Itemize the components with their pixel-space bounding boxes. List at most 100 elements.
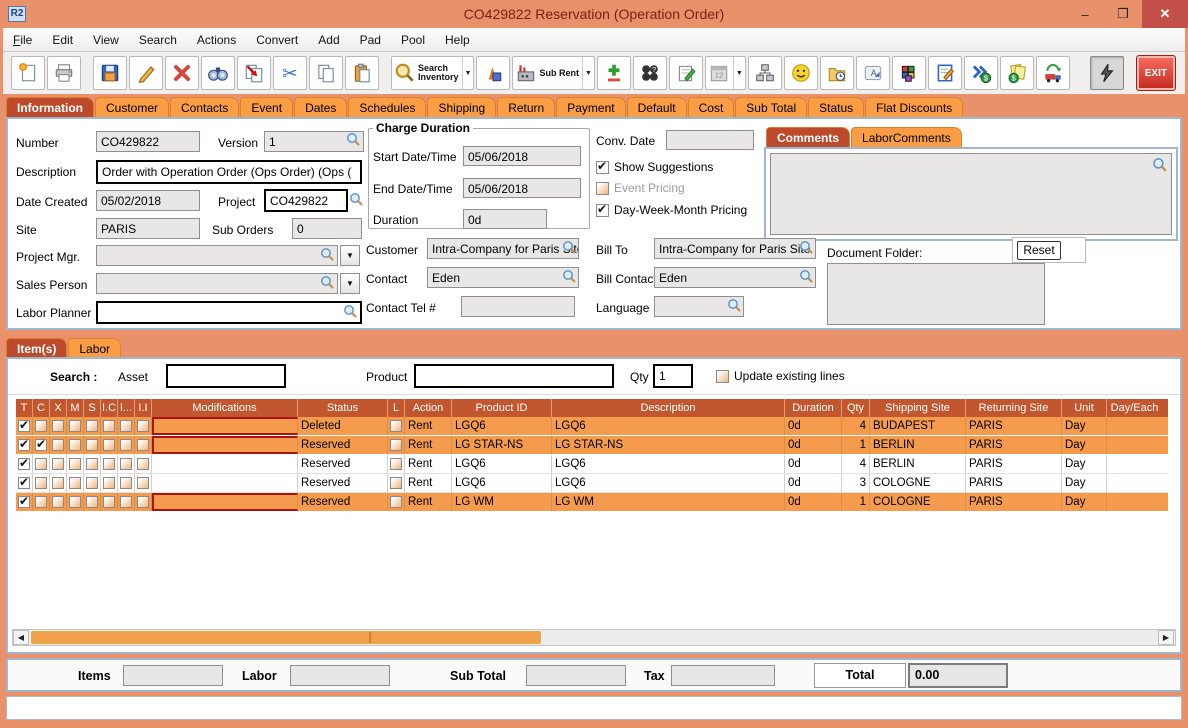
unit-cell[interactable]: Day (1062, 417, 1107, 435)
shipping-site-cell[interactable]: BUDAPEST (870, 417, 966, 435)
status-cell[interactable]: Deleted (298, 417, 388, 435)
menu-add[interactable]: Add (308, 30, 349, 50)
row-checkbox[interactable] (86, 477, 98, 489)
smiley-button[interactable] (784, 56, 818, 90)
row-checkbox[interactable] (120, 496, 132, 508)
action-cell[interactable]: Rent (405, 474, 452, 492)
sub-orders-field[interactable]: 0 (292, 218, 362, 239)
tab-information[interactable]: Information (6, 97, 94, 118)
tab-status[interactable]: Status (808, 97, 864, 118)
row-checkbox[interactable] (35, 439, 47, 451)
scroll-left-arrow[interactable]: ◀ (13, 630, 29, 645)
add-button[interactable] (597, 56, 631, 90)
qty-input[interactable]: 1 (653, 364, 693, 388)
unit-cell[interactable]: Day (1062, 493, 1107, 511)
copy-button[interactable] (309, 56, 343, 90)
qty-cell[interactable]: 1 (842, 436, 870, 454)
row-checkbox[interactable] (35, 477, 47, 489)
row-checkbox[interactable] (69, 420, 81, 432)
tab-contacts[interactable]: Contacts (170, 97, 239, 118)
sales-person-search-icon[interactable] (320, 275, 335, 290)
truck-recycle-button[interactable] (1036, 56, 1070, 90)
search-inventory-dropdown[interactable]: ▼ (462, 57, 472, 89)
day-each-cell[interactable] (1107, 455, 1162, 473)
menu-edit[interactable]: Edit (42, 30, 83, 50)
product-input[interactable] (414, 364, 614, 388)
product-id-cell[interactable]: LGQ6 (452, 455, 552, 473)
returning-site-cell[interactable]: PARIS (966, 436, 1062, 454)
col-status[interactable]: Status (298, 399, 388, 417)
menu-actions[interactable]: Actions (187, 30, 246, 50)
col-x[interactable]: X (50, 399, 67, 417)
col-returning-site[interactable]: Returning Site (966, 399, 1062, 417)
shipping-site-cell[interactable]: BERLIN (870, 455, 966, 473)
edit-button[interactable] (129, 56, 163, 90)
row-checkbox[interactable] (69, 496, 81, 508)
row-checkbox[interactable] (18, 439, 30, 451)
col-qty[interactable]: Qty (842, 399, 870, 417)
menu-pad[interactable]: Pad (350, 30, 391, 50)
new-document-button[interactable] (11, 56, 45, 90)
search-inventory-button[interactable]: Search Inventory▼ (391, 56, 474, 90)
row-checkbox[interactable] (103, 477, 115, 489)
table-row[interactable]: Reserved Rent LGQ6 LGQ6 0d 4 BERLIN PARI… (16, 455, 1168, 474)
minimize-button[interactable]: – (1066, 0, 1104, 28)
labor-planner-field[interactable] (96, 301, 362, 324)
description-cell[interactable]: LG WM (552, 493, 785, 511)
action-cell[interactable]: Rent (405, 455, 452, 473)
row-checkbox[interactable] (52, 458, 64, 470)
keyboard-key-button[interactable]: A (856, 56, 890, 90)
row-checkbox[interactable] (86, 420, 98, 432)
row-checkbox[interactable] (120, 458, 132, 470)
description-cell[interactable]: LGQ6 (552, 474, 785, 492)
qty-cell[interactable]: 3 (842, 474, 870, 492)
row-checkbox[interactable] (69, 458, 81, 470)
tab-labor-comments[interactable]: LaborComments (851, 127, 962, 147)
show-suggestions-checkbox[interactable] (596, 161, 609, 174)
row-checkbox[interactable] (69, 477, 81, 489)
tab-customer[interactable]: Customer (95, 97, 169, 118)
tab-flat-discounts[interactable]: Flat Discounts (865, 97, 963, 118)
col-unit[interactable]: Unit (1062, 399, 1107, 417)
col-i1[interactable]: I... (118, 399, 135, 417)
dwm-pricing-checkbox[interactable] (596, 204, 609, 217)
save-button[interactable] (93, 56, 127, 90)
row-checkbox[interactable] (103, 496, 115, 508)
row-checkbox[interactable] (120, 477, 132, 489)
col-duration[interactable]: Duration (785, 399, 842, 417)
col-product-id[interactable]: Product ID (452, 399, 552, 417)
row-checkbox[interactable] (86, 496, 98, 508)
labor-planner-search-icon[interactable] (343, 304, 358, 319)
table-row[interactable]: Reserved Rent LGQ6 LGQ6 0d 3 COLOGNE PAR… (16, 474, 1168, 493)
conv-date-field[interactable] (666, 130, 754, 150)
blocks-button[interactable] (892, 56, 926, 90)
start-date-field[interactable]: 05/06/2018 (463, 146, 581, 166)
shipping-site-cell[interactable]: BERLIN (870, 436, 966, 454)
row-checkbox[interactable] (18, 496, 30, 508)
status-cell[interactable]: Reserved (298, 436, 388, 454)
action-cell[interactable]: Rent (405, 417, 452, 435)
day-each-cell[interactable] (1107, 493, 1162, 511)
bill-contact-field[interactable]: Eden (654, 267, 816, 288)
asset-input[interactable] (166, 364, 286, 388)
shipping-site-cell[interactable]: COLOGNE (870, 493, 966, 511)
tab-items[interactable]: Item(s) (6, 338, 67, 358)
menu-view[interactable]: View (83, 30, 129, 50)
status-cell[interactable]: Reserved (298, 455, 388, 473)
row-checkbox[interactable] (86, 439, 98, 451)
status-cell[interactable]: Reserved (298, 493, 388, 511)
table-row[interactable]: Deleted Rent LGQ6 LGQ6 0d 4 BUDAPEST PAR… (16, 417, 1168, 436)
row-checkbox[interactable] (52, 477, 64, 489)
row-checkbox[interactable] (137, 496, 149, 508)
description-cell[interactable]: LG STAR-NS (552, 436, 785, 454)
unit-cell[interactable]: Day (1062, 474, 1107, 492)
menu-convert[interactable]: Convert (246, 30, 308, 50)
returning-site-cell[interactable]: PARIS (966, 493, 1062, 511)
horizontal-scrollbar[interactable]: ◀ ▶ (12, 629, 1176, 646)
close-button[interactable]: ✕ (1142, 0, 1188, 28)
tab-default[interactable]: Default (627, 97, 687, 118)
bill-contact-search-icon[interactable] (799, 269, 814, 284)
row-checkbox[interactable] (18, 477, 30, 489)
returning-site-cell[interactable]: PARIS (966, 455, 1062, 473)
row-checkbox[interactable] (52, 439, 64, 451)
